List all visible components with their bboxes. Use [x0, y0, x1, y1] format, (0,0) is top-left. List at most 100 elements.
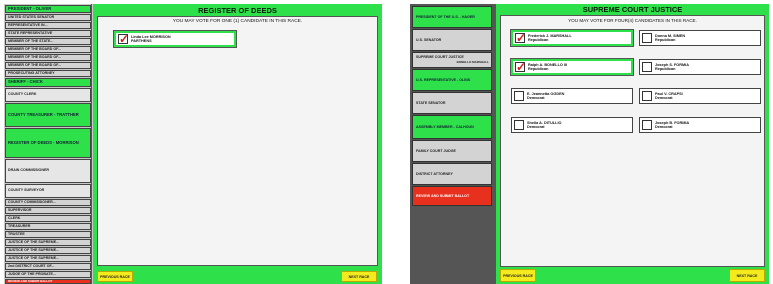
candidate-option[interactable]: ✓ Frederick J. MARSHALL Republican	[510, 29, 634, 47]
sidebar-item-state-rep[interactable]: STATE REPRESENTATIVE	[5, 30, 91, 37]
sidebar-item-clerk[interactable]: CLERK	[5, 215, 91, 222]
sidebar-item-treasurer[interactable]: TREASURER	[5, 223, 91, 230]
review-submit-button[interactable]: REVIEW AND SUBMIT BALLOT	[412, 186, 492, 206]
previous-race-button[interactable]: PREVIOUS RACE	[97, 271, 133, 282]
sidebar-item-label: CLERK	[8, 215, 21, 220]
sidebar-item-label: REVIEW AND SUBMIT BALLOT	[8, 279, 53, 283]
checkmark-icon: ✓	[516, 31, 527, 45]
sidebar-item-representative[interactable]: REPRESENTATIVE IN...	[5, 22, 91, 29]
checkbox[interactable]: ✓	[118, 33, 129, 45]
sidebar-item-supervisor[interactable]: SUPERVISOR	[5, 207, 91, 214]
sidebar-item-sheriff[interactable]: SHERIFF - CHICK	[5, 78, 91, 87]
checkbox[interactable]	[514, 91, 524, 101]
sidebar-item-trustee[interactable]: TRUSTEE	[5, 231, 91, 238]
ballot-screen-register-of-deeds: PRESIDENT - OLIVER UNITED STATES SENATOR…	[4, 4, 382, 284]
candidate-label: Paul V. CRAPSI Democrat	[655, 92, 683, 101]
sidebar-item-label: SUPERVISOR	[8, 207, 32, 212]
sidebar-item-board-3[interactable]: MEMBER OF THE BOARD OF...	[5, 62, 91, 69]
checkbox[interactable]	[642, 120, 652, 130]
checkbox[interactable]	[642, 33, 652, 43]
checkbox[interactable]	[642, 62, 652, 72]
sidebar-item-label: REPRESENTATIVE IN...	[8, 22, 48, 27]
sidebar-item-justice-1[interactable]: JUSTICE OF THE SUPREME...	[5, 239, 91, 246]
sidebar-item-drain-commissioner[interactable]: DRAIN COMMISSIONER	[5, 159, 91, 183]
sidebar-item-label: TRUSTEE	[8, 231, 25, 236]
sidebar-item-justice-3[interactable]: JUSTICE OF THE SUPREME...	[5, 255, 91, 262]
sidebar-item-county-surveyor[interactable]: COUNTY SURVEYOR	[5, 184, 91, 198]
candidate-party: PARTHENS	[131, 39, 152, 43]
candidate-label: Donna M. SIMEN Republican	[655, 34, 685, 43]
next-race-label: NEXT RACE	[348, 274, 370, 279]
sidebar-item-label: MEMBER OF THE STATE...	[8, 38, 54, 43]
race-sidebar: PRESIDENT - OLIVER UNITED STATES SENATOR…	[4, 4, 92, 284]
sidebar-item-us-senator[interactable]: U.S. SENATOR	[412, 29, 492, 51]
checkbox[interactable]	[514, 120, 524, 130]
sidebar-item-assembly-member[interactable]: ASSEMBLY MEMBER - CALHOUN	[412, 115, 492, 139]
checkbox[interactable]	[642, 91, 652, 101]
sidebar-item-label: UNITED STATES SENATOR	[8, 14, 55, 19]
sidebar-item-family-court-judge[interactable]: FAMILY COURT JUDGE	[412, 140, 492, 162]
sidebar-item-label: STATE REPRESENTATIVE	[8, 30, 53, 35]
sidebar-item-label: STATE SENATOR	[416, 100, 446, 105]
sidebar-item-state-member[interactable]: MEMBER OF THE STATE...	[5, 38, 91, 45]
sidebar-item-county-commissioner[interactable]: COUNTY COMMISSIONER...	[5, 199, 91, 206]
race-main-area: SUPREME COURT JUSTICE YOU MAY VOTE FOR F…	[496, 4, 769, 284]
ballot-screen-supreme-court-justice: PRESIDENT OF THE U.S. - HAGER U.S. SENAT…	[410, 4, 769, 284]
sidebar-item-label: MEMBER OF THE BOARD OF...	[8, 46, 61, 51]
candidate-party: Republican	[528, 67, 549, 71]
sidebar-item-us-senator[interactable]: UNITED STATES SENATOR	[5, 14, 91, 21]
sidebar-item-board-1[interactable]: MEMBER OF THE BOARD OF...	[5, 46, 91, 53]
sidebar-item-county-treasurer[interactable]: COUNTY TREASURER - TRATTHER	[5, 103, 91, 127]
next-race-label: NEXT RACE	[736, 273, 758, 278]
sidebar-item-prosecuting-attorney[interactable]: PROSECUTING ATTORNEY	[5, 70, 91, 77]
candidate-option[interactable]: Donna M. SIMEN Republican	[639, 30, 761, 46]
sidebar-item-district-attorney[interactable]: DISTRICT ATTORNEY	[412, 163, 492, 185]
previous-race-button[interactable]: PREVIOUS RACE	[500, 269, 536, 282]
sidebar-item-label: MEMBER OF THE BOARD OF...	[8, 54, 61, 59]
candidate-label: Ralph A. BONELLO III Republican	[528, 63, 567, 72]
checkmark-icon: ✓	[516, 60, 527, 74]
sidebar-item-register-of-deeds[interactable]: REGISTER OF DEEDS - MORRISON	[5, 128, 91, 158]
sidebar-item-label: JUSTICE OF THE SUPREME...	[8, 247, 60, 252]
sidebar-item-label: JUSTICE OF THE SUPREME...	[8, 239, 60, 244]
sidebar-item-label: FAMILY COURT JUDGE	[416, 148, 456, 153]
sidebar-item-president[interactable]: PRESIDENT OF THE U.S. - HAGER	[412, 6, 492, 28]
sidebar-item-label: COUNTY SURVEYOR	[8, 188, 45, 193]
sidebar-item-label: SHERIFF - CHICK	[8, 79, 43, 85]
previous-race-label: PREVIOUS RACE	[503, 273, 533, 278]
review-submit-button[interactable]: REVIEW AND SUBMIT BALLOT	[5, 279, 91, 284]
candidate-party: Democrat	[655, 96, 673, 100]
vote-instruction: YOU MAY VOTE FOR FOUR(4) CANDIDATES IN T…	[568, 18, 697, 23]
sidebar-item-label: PROSECUTING ATTORNEY	[8, 70, 55, 75]
candidate-option[interactable]: Paul V. CRAPSI Democrat	[639, 88, 761, 104]
sidebar-item-label: JUSTICE OF THE SUPREME...	[8, 255, 60, 260]
candidate-option[interactable]: Sheila A. DITULLIO Democrat	[511, 117, 633, 133]
checkbox[interactable]: ✓	[515, 31, 527, 45]
next-race-button[interactable]: NEXT RACE	[341, 271, 377, 282]
candidate-party: Democrat	[655, 125, 673, 129]
sidebar-item-county-clerk[interactable]: COUNTY CLERK	[5, 88, 91, 102]
sidebar-item-us-representative[interactable]: U.S. REPRESENTATIVE - OLINS	[412, 69, 492, 91]
candidate-option[interactable]: ✓ Ralph A. BONELLO III Republican	[510, 58, 634, 76]
sidebar-item-label: COUNTY CLERK	[8, 92, 37, 97]
candidate-label: E. Jeannetta OGDEN Democrat	[527, 92, 564, 101]
sidebar-item-probate-judge[interactable]: JUDGE OF THE PROBATE...	[5, 271, 91, 278]
sidebar-item-label: 2nd DISTRICT COURT OF...	[8, 263, 55, 268]
sidebar-item-label: MEMBER OF THE BOARD OF...	[8, 62, 61, 67]
sidebar-item-state-senator[interactable]: STATE SENATOR	[412, 92, 492, 114]
sidebar-item-supreme-court[interactable]: SUPREME COURT JUSTICE BONELLO MARSHALL	[412, 52, 492, 68]
sidebar-item-district-court[interactable]: 2nd DISTRICT COURT OF...	[5, 263, 91, 270]
sidebar-item-label: REGISTER OF DEEDS - MORRISON	[8, 139, 79, 145]
race-sidebar: PRESIDENT OF THE U.S. - HAGER U.S. SENAT…	[410, 4, 496, 284]
next-race-button[interactable]: NEXT RACE	[729, 269, 765, 282]
candidate-option[interactable]: Joseph S. FORMIA Republican	[639, 59, 761, 75]
sidebar-item-label: COUNTY TREASURER - TRATTHER	[8, 111, 79, 117]
checkbox[interactable]: ✓	[515, 60, 527, 74]
sidebar-item-label: PRESIDENT - OLIVER	[8, 5, 52, 11]
candidate-option[interactable]: ✓ Linda Lee MORRISON PARTHENS	[113, 30, 237, 48]
candidate-option[interactable]: E. Jeannetta OGDEN Democrat	[511, 88, 633, 104]
sidebar-item-justice-2[interactable]: JUSTICE OF THE SUPREME...	[5, 247, 91, 254]
sidebar-item-board-2[interactable]: MEMBER OF THE BOARD OF...	[5, 54, 91, 61]
candidate-option[interactable]: Joseph B. FORMIA Democrat	[639, 117, 761, 133]
sidebar-item-president[interactable]: PRESIDENT - OLIVER	[5, 5, 91, 13]
